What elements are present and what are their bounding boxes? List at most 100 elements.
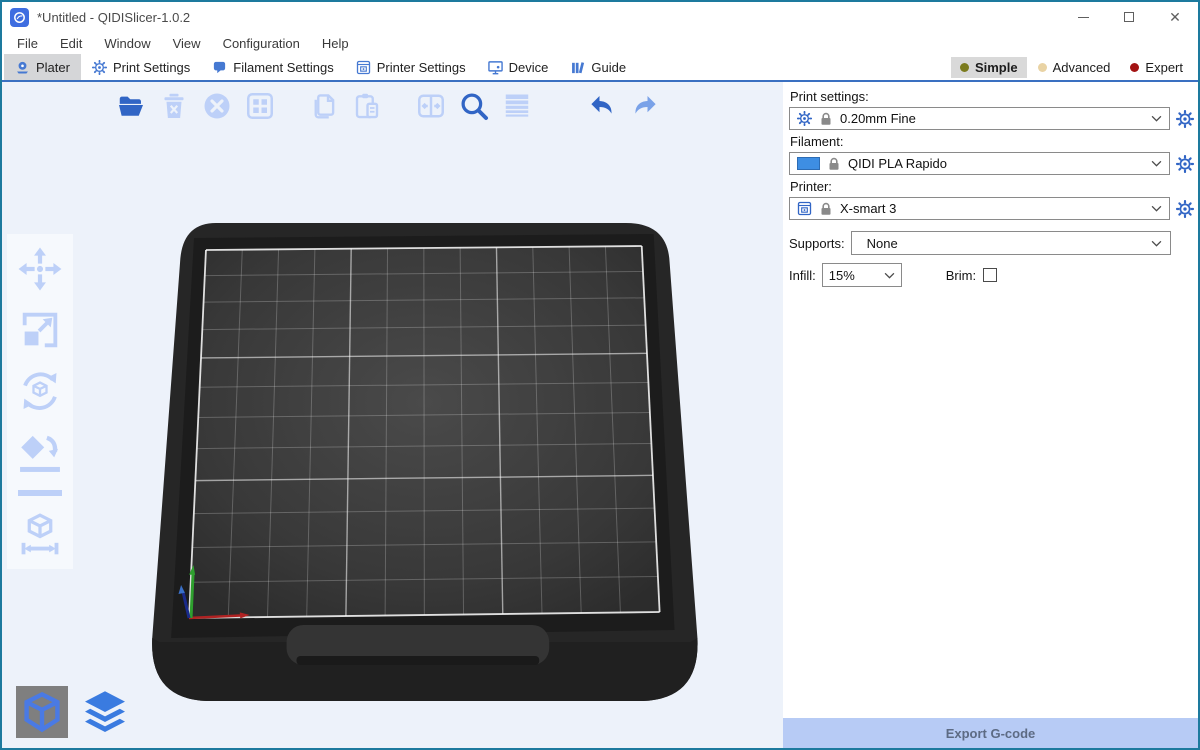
delete-button[interactable] xyxy=(155,87,193,125)
gear-icon xyxy=(797,111,812,126)
printer-icon xyxy=(356,60,371,75)
advanced-dot-icon xyxy=(1038,63,1047,72)
tab-label: Guide xyxy=(591,60,626,75)
menu-window[interactable]: Window xyxy=(93,36,161,51)
tab-label: Printer Settings xyxy=(377,60,466,75)
printer-label: Printer: xyxy=(790,179,1195,194)
maximize-button[interactable] xyxy=(1106,2,1152,32)
tab-plater[interactable]: Plater xyxy=(4,54,81,80)
printer-combo[interactable]: X-smart 3 xyxy=(789,197,1170,220)
redo-button[interactable] xyxy=(626,87,664,125)
chevron-down-icon xyxy=(1151,160,1162,167)
tab-label: Plater xyxy=(36,60,70,75)
filament-color-swatch xyxy=(797,157,820,170)
supports-label: Supports: xyxy=(789,236,845,251)
monitor-icon xyxy=(488,60,503,75)
print-bed xyxy=(2,82,783,748)
filament-label: Filament: xyxy=(790,134,1195,149)
printer-value: X-smart 3 xyxy=(840,201,896,216)
print-settings-gear-button[interactable] xyxy=(1175,109,1195,129)
open-button[interactable] xyxy=(112,87,150,125)
minimize-icon xyxy=(1078,17,1089,18)
mode-label: Expert xyxy=(1145,60,1183,75)
menu-file[interactable]: File xyxy=(6,36,49,51)
supports-value: None xyxy=(867,236,898,251)
print-settings-label: Print settings: xyxy=(790,89,1195,104)
chevron-down-icon xyxy=(884,272,895,279)
mode-advanced[interactable]: Advanced xyxy=(1029,57,1120,78)
brim-checkbox[interactable] xyxy=(983,268,997,282)
tab-print-settings[interactable]: Print Settings xyxy=(81,54,201,80)
split-to-objects-button[interactable] xyxy=(412,87,450,125)
simple-dot-icon xyxy=(960,63,969,72)
mode-simple[interactable]: Simple xyxy=(951,57,1027,78)
brim-label: Brim: xyxy=(946,268,976,283)
maximize-icon xyxy=(1124,12,1134,22)
menu-help[interactable]: Help xyxy=(311,36,360,51)
view-toggles xyxy=(16,686,131,738)
mode-expert[interactable]: Expert xyxy=(1121,57,1192,78)
lock-icon xyxy=(828,157,840,171)
mode-label: Advanced xyxy=(1053,60,1111,75)
tab-device[interactable]: Device xyxy=(477,54,560,80)
menu-configuration[interactable]: Configuration xyxy=(212,36,311,51)
gear-icon xyxy=(92,60,107,75)
printer-icon xyxy=(797,201,812,216)
infill-label: Infill: xyxy=(789,268,816,283)
lock-icon xyxy=(820,112,832,126)
measure-button[interactable] xyxy=(17,511,63,557)
lock-icon xyxy=(820,202,832,216)
copy-button[interactable] xyxy=(305,87,343,125)
filament-value: QIDI PLA Rapido xyxy=(848,156,947,171)
infill-value: 15% xyxy=(829,268,855,283)
tab-filament-settings[interactable]: Filament Settings xyxy=(201,54,344,80)
export-gcode-button[interactable]: Export G-code xyxy=(783,718,1198,748)
filament-gear-button[interactable] xyxy=(1175,154,1195,174)
title-bar: *Untitled - QIDISlicer-1.0.2 ✕ xyxy=(2,2,1198,32)
viewport-toolbar xyxy=(112,87,664,125)
cube-icon xyxy=(20,690,64,734)
menu-edit[interactable]: Edit xyxy=(49,36,93,51)
filament-combo[interactable]: QIDI PLA Rapido xyxy=(789,152,1170,175)
menu-bar: File Edit Window View Configuration Help xyxy=(2,32,1198,54)
window-title: *Untitled - QIDISlicer-1.0.2 xyxy=(37,10,190,25)
delete-all-button[interactable] xyxy=(198,87,236,125)
filament-icon xyxy=(212,60,227,75)
gizmo-separator xyxy=(18,490,62,496)
printer-gear-button[interactable] xyxy=(1175,199,1195,219)
expert-dot-icon xyxy=(1130,63,1139,72)
books-icon xyxy=(570,60,585,75)
chevron-down-icon xyxy=(1151,115,1162,122)
paste-button[interactable] xyxy=(348,87,386,125)
preview-view-button[interactable] xyxy=(79,686,131,738)
minimize-button[interactable] xyxy=(1060,2,1106,32)
rotate-button[interactable] xyxy=(17,368,63,414)
variable-layer-height-button[interactable] xyxy=(498,87,536,125)
arrange-button[interactable] xyxy=(241,87,279,125)
search-button[interactable] xyxy=(455,87,493,125)
tab-printer-settings[interactable]: Printer Settings xyxy=(345,54,477,80)
chevron-down-icon xyxy=(1151,240,1162,247)
app-logo-icon xyxy=(10,8,29,27)
gizmo-bar xyxy=(7,234,73,569)
layers-stack-icon xyxy=(81,688,129,736)
move-button[interactable] xyxy=(17,246,63,292)
tab-guide[interactable]: Guide xyxy=(559,54,637,80)
window-controls: ✕ xyxy=(1060,2,1198,32)
3d-viewport[interactable] xyxy=(2,82,783,748)
print-settings-combo[interactable]: 0.20mm Fine xyxy=(789,107,1170,130)
tab-label: Print Settings xyxy=(113,60,190,75)
supports-combo[interactable]: None xyxy=(851,231,1171,255)
place-on-face-button[interactable] xyxy=(17,429,63,475)
close-button[interactable]: ✕ xyxy=(1152,2,1198,32)
plater-icon xyxy=(15,60,30,75)
print-settings-value: 0.20mm Fine xyxy=(840,111,916,126)
menu-view[interactable]: View xyxy=(162,36,212,51)
undo-button[interactable] xyxy=(583,87,621,125)
mode-switcher: Simple Advanced Expert xyxy=(951,54,1198,80)
tab-label: Filament Settings xyxy=(233,60,333,75)
infill-combo[interactable]: 15% xyxy=(822,263,902,287)
tab-label: Device xyxy=(509,60,549,75)
3d-editor-view-button[interactable] xyxy=(16,686,68,738)
scale-button[interactable] xyxy=(17,307,63,353)
